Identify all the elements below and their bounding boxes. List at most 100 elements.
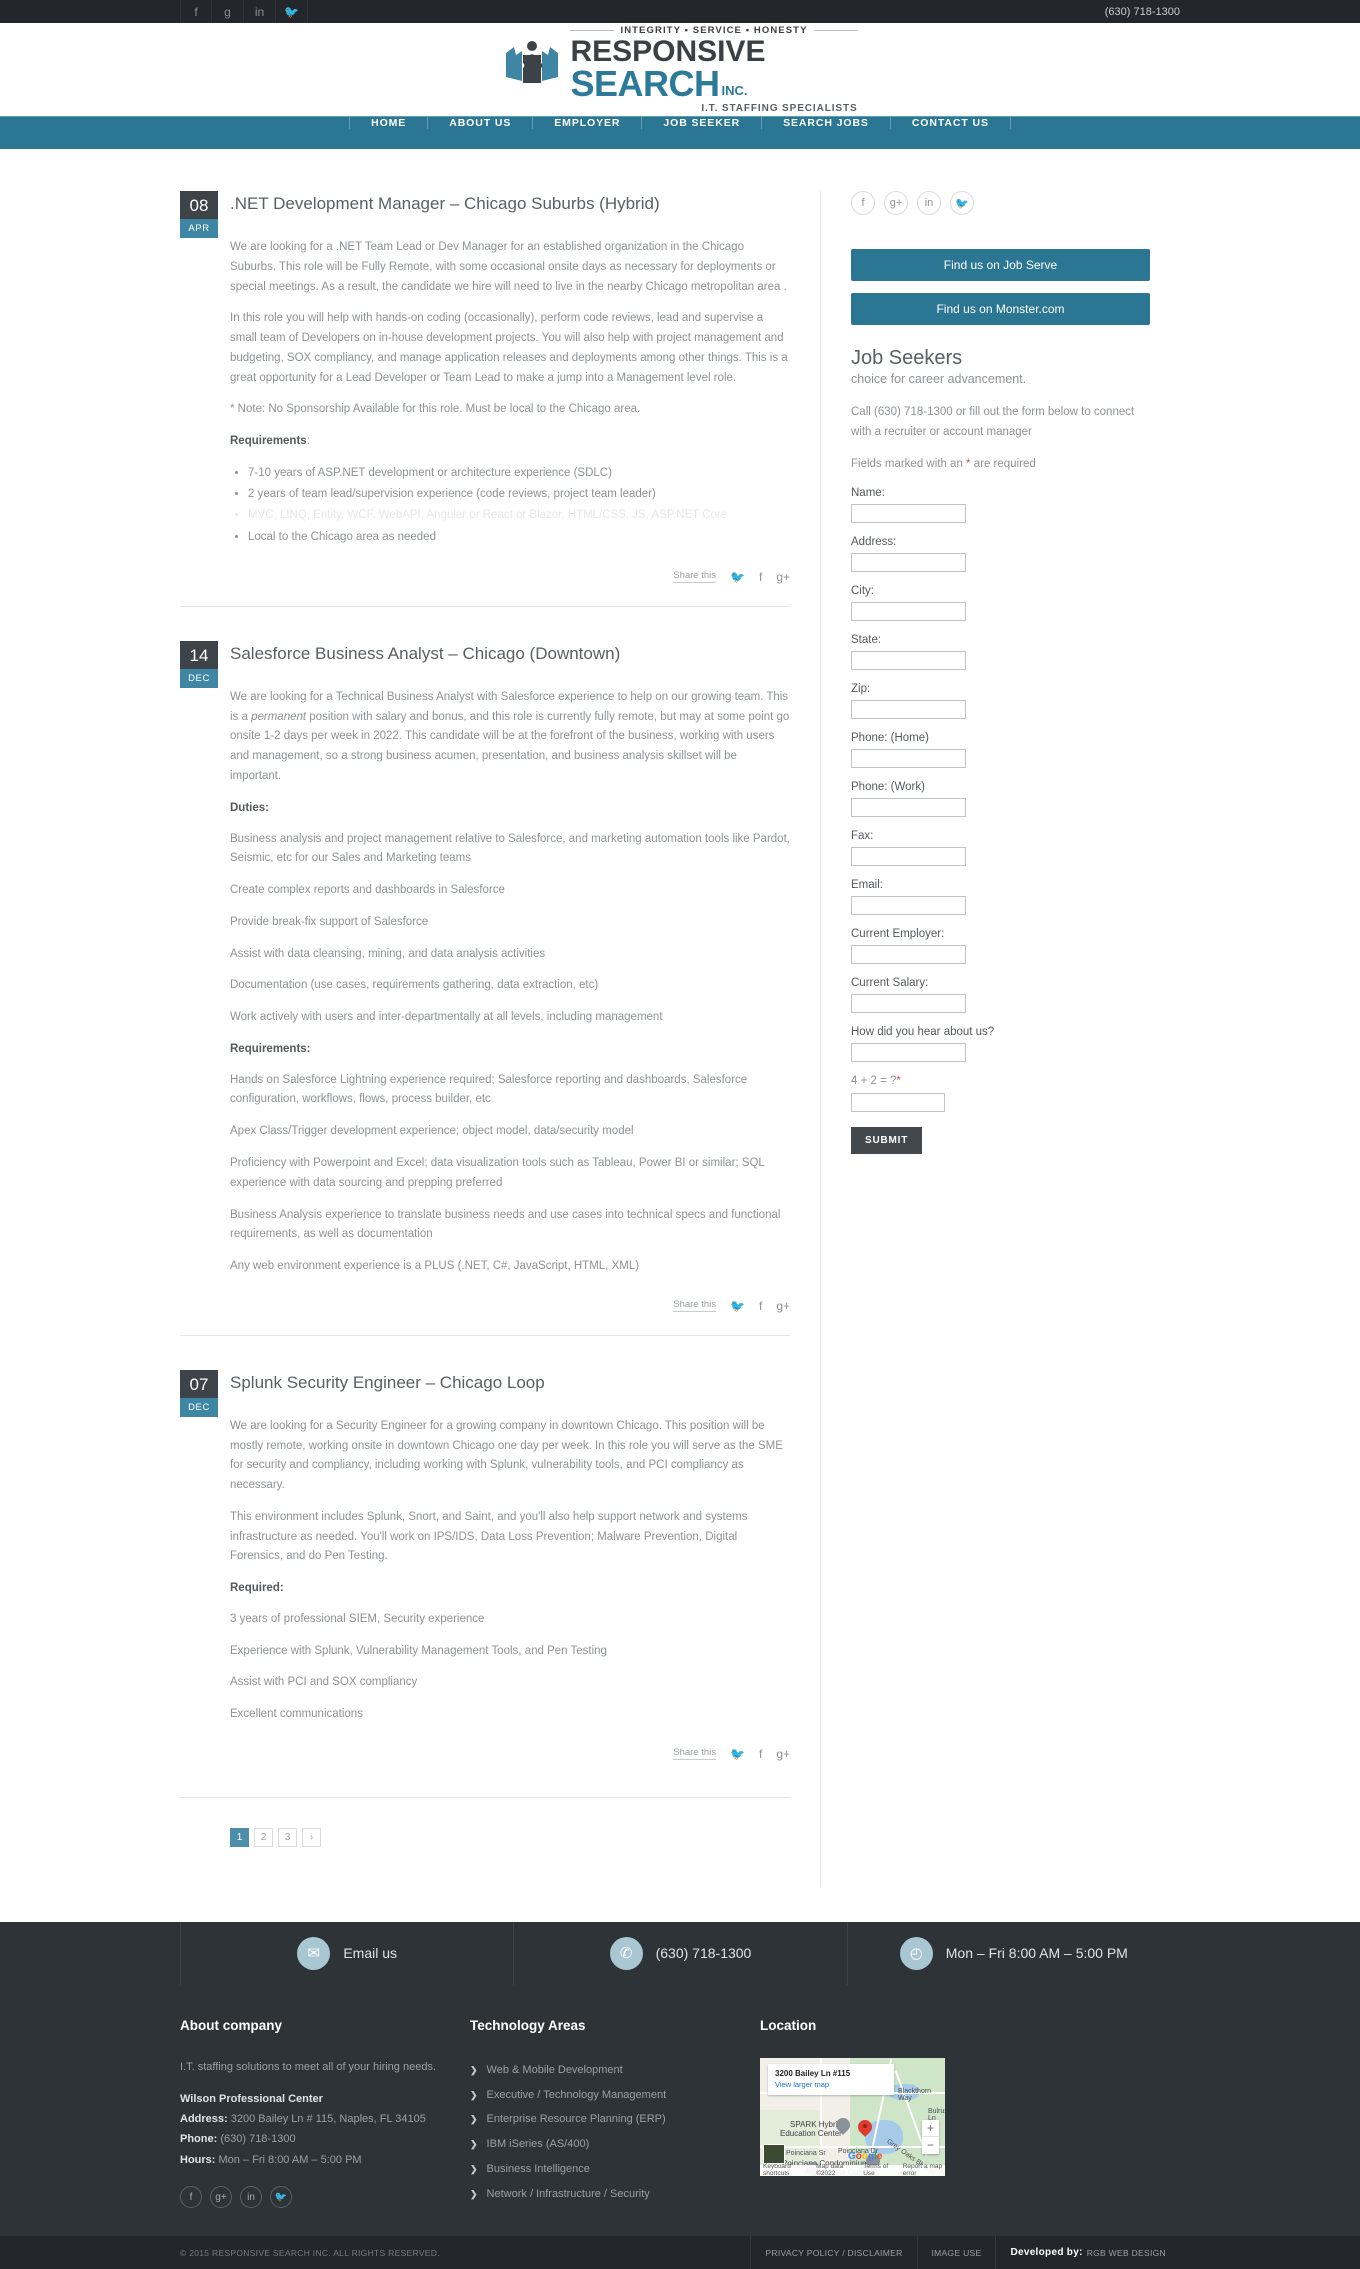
referral-field[interactable] [851,1042,966,1062]
post-date: 07 DEC [180,1369,218,1417]
nav-item-about-us[interactable]: ABOUT US [428,117,534,129]
map-pin [836,2118,850,2136]
current-employer-field[interactable] [851,944,966,964]
logo-subline: I.T. STAFFING SPECIALISTS [701,102,858,114]
job-post: 14 DEC Salesforce Business Analyst – Chi… [180,605,790,1335]
google-plus-icon[interactable]: g+ [210,2186,232,2209]
share-facebook-icon[interactable]: f [759,1747,762,1761]
job-seekers-subtitle: choice for career advancement. [851,372,1027,386]
label-phone-home: Phone: (Home) [851,731,929,744]
zoom-in-button[interactable]: + [922,2120,939,2137]
post-title[interactable]: Salesforce Business Analyst – Chicago (D… [230,641,620,688]
share-google-plus-icon[interactable]: g+ [776,1747,790,1761]
tech-item-label: Web & Mobile Development [486,2063,623,2076]
share-facebook-icon[interactable]: f [759,570,762,584]
list-item: 2 years of team lead/supervision experie… [248,484,790,505]
list-item[interactable]: ❯ Web & Mobile Development [470,2058,730,2083]
footer-location-heading: Location [760,2017,817,2033]
nav-item-search-jobs[interactable]: SEARCH JOBS [762,117,891,129]
map-street-view-thumbnail[interactable] [763,2143,785,2164]
pagination-page-2[interactable]: 2 [254,1827,273,1847]
map-pin-primary [858,2120,876,2144]
share-facebook-icon[interactable]: f [759,1299,762,1313]
name-field[interactable] [851,503,966,523]
post-required-label: Required: [230,1582,284,1595]
post-date-month: DEC [180,1397,218,1417]
tech-item-label: IBM iSeries (AS/400) [486,2138,590,2151]
nav-item-contact-us[interactable]: CONTACT US [891,117,1011,129]
list-item[interactable]: ❯ Executive / Technology Management [470,2083,730,2108]
label-name: Name: [851,486,885,499]
share-twitter-icon[interactable]: 🐦 [730,570,745,584]
facebook-icon[interactable]: f [851,191,875,215]
facebook-icon[interactable]: f [180,0,212,23]
facebook-icon[interactable]: f [180,2186,202,2209]
nav-item-employer[interactable]: EMPLOYER [533,117,643,129]
keyboard-shortcuts-link[interactable]: Keyboard shortcuts [763,2163,806,2176]
developer-name[interactable]: RGB WEB DESIGN [1087,2248,1166,2258]
list-item[interactable]: ❯ IBM iSeries (AS/400) [470,2132,730,2157]
label-zip: Zip: [851,682,871,695]
captcha-question: 4 + 2 = ? [851,1074,897,1087]
footer-center-name: Wilson Professional Center [180,2092,323,2105]
label-current-salary: Current Salary: [851,976,929,989]
linkedin-icon[interactable]: in [240,2186,262,2209]
share-google-plus-icon[interactable]: g+ [776,570,790,584]
google-plus-icon[interactable]: g+ [884,191,908,215]
pagination-next[interactable]: › [302,1827,321,1847]
location-map[interactable]: Ridge Dr Blackthorn Way Bulrush Ln SPARK… [760,2057,945,2176]
privacy-policy-link[interactable]: PRIVACY POLICY / DISCLAIMER [750,2236,916,2269]
list-item[interactable]: ❯ Enterprise Resource Planning (ERP) [470,2107,730,2132]
captcha-field[interactable] [851,1092,945,1112]
phone-work-field[interactable] [851,797,966,817]
state-field[interactable] [851,650,966,670]
zip-field[interactable] [851,699,966,719]
find-us-jobserve-button[interactable]: Find us on Job Serve [851,249,1150,281]
image-use-link[interactable]: IMAGE USE [916,2236,996,2269]
share-google-plus-icon[interactable]: g+ [776,1299,790,1313]
google-plus-icon[interactable]: g [212,0,244,23]
list-item[interactable]: ❯ Network / Infrastructure / Security [470,2182,730,2207]
list-item[interactable]: ❯ Business Intelligence [470,2157,730,2182]
email-field[interactable] [851,895,966,915]
post-title[interactable]: .NET Development Manager – Chicago Subur… [230,191,660,238]
linkedin-icon[interactable]: in [244,0,276,23]
nav-item-job-seeker[interactable]: JOB SEEKER [642,117,763,129]
view-larger-map-link[interactable]: View larger map [775,2080,887,2089]
find-us-monster-button[interactable]: Find us on Monster.com [851,293,1150,325]
site-logo[interactable]: INTEGRITY • SERVICE • HONESTY RESPONSIVE… [502,25,858,114]
contact-phone[interactable]: ✆ (630) 718-1300 [514,1921,848,1985]
map-attribution-bar: Keyboard shortcuts Map data ©2022 Terms … [760,2163,945,2176]
city-field[interactable] [851,601,966,621]
duty-item: Documentation (use cases, requirements g… [230,979,599,992]
twitter-icon[interactable]: 🐦 [950,191,974,215]
pagination-page-1[interactable]: 1 [230,1827,249,1847]
sidebar: f g+ in 🐦 Find us on Job Serve Find us o… [820,191,1150,1887]
share-twitter-icon[interactable]: 🐦 [730,1299,745,1313]
contact-email-us[interactable]: ✉ Email us [180,1921,515,1985]
pagination-page-3[interactable]: 3 [278,1827,297,1847]
share-twitter-icon[interactable]: 🐦 [730,1747,745,1761]
phone-home-field[interactable] [851,748,966,768]
current-salary-field[interactable] [851,993,966,1013]
report-map-error-link[interactable]: Report a map error [903,2163,945,2176]
developed-by: Developed by: RGB WEB DESIGN [995,2236,1180,2269]
nav-item-home[interactable]: HOME [349,117,429,129]
post-title[interactable]: Splunk Security Engineer – Chicago Loop [230,1370,545,1417]
phone-label: Phone: [180,2133,218,2146]
note-part-a: Fields marked with an [851,458,967,471]
address-field[interactable] [851,552,966,572]
twitter-icon[interactable]: 🐦 [276,0,308,23]
fax-field[interactable] [851,846,966,866]
zoom-out-button[interactable]: − [922,2137,939,2154]
tech-item-label: Business Intelligence [486,2162,590,2175]
twitter-icon[interactable]: 🐦 [270,2186,292,2209]
duty-item: Business analysis and project management… [230,832,790,865]
chevron-right-icon: ❯ [470,2188,478,2199]
requirement-item: Apex Class/Trigger development experienc… [230,1125,634,1138]
terms-of-use-link[interactable]: Terms of Use [863,2163,892,2176]
linkedin-icon[interactable]: in [917,191,941,215]
bottom-bar: © 2015 RESPONSIVE SEARCH INC. ALL RIGHTS… [0,2236,1360,2269]
footer-tech-heading: Technology Areas [470,2017,586,2033]
submit-button[interactable]: SUBMIT [851,1126,923,1154]
